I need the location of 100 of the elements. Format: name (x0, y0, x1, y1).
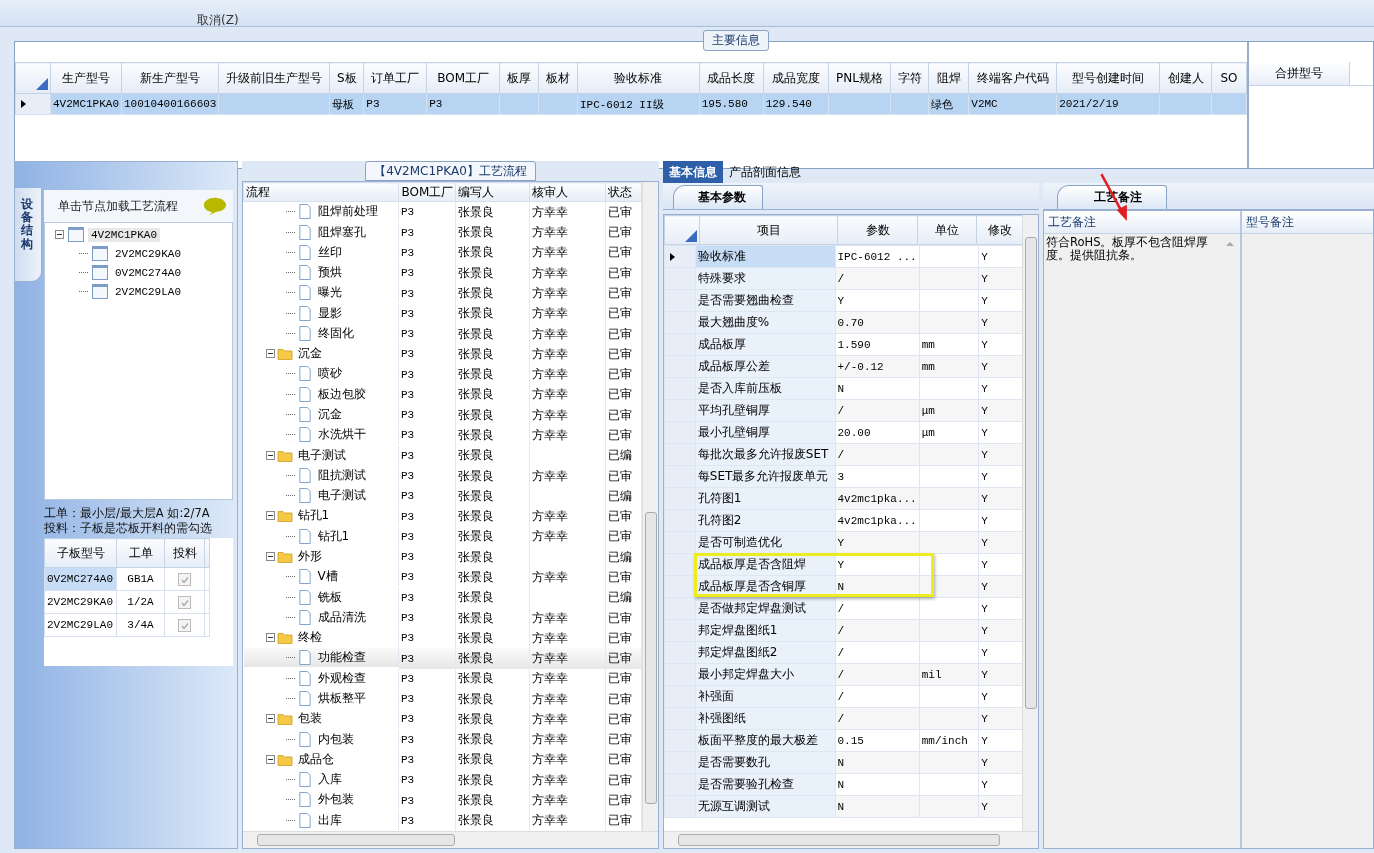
horizontal-scrollbar[interactable] (664, 831, 1038, 848)
tree-item[interactable]: V槽 (314, 568, 338, 586)
tree-item[interactable]: 外观检查 (314, 669, 366, 687)
column-header[interactable]: 修改 (976, 215, 1023, 245)
table-cell (919, 289, 979, 312)
table-cell: P3 (398, 567, 456, 588)
column-header[interactable]: 工艺备注 (1044, 211, 1240, 234)
column-header[interactable]: 板厚 (499, 62, 539, 94)
scroll-up-icon[interactable] (1226, 242, 1234, 246)
column-header[interactable]: 投料 (164, 538, 205, 568)
column-header[interactable]: BOM工厂 (398, 182, 456, 202)
tree-item[interactable]: 终检 (294, 629, 322, 647)
column-header[interactable]: 成品宽度 (763, 62, 829, 94)
column-header[interactable]: 成品长度 (699, 62, 764, 94)
table-cell: 方幸幸 (529, 384, 606, 406)
notes-area[interactable]: 符合RoHS。板厚不包含阻焊厚度。提供阻抗条。 (1044, 234, 1240, 848)
column-header[interactable]: 订单工厂 (363, 62, 427, 94)
collapse-icon[interactable] (265, 450, 275, 460)
tree-item[interactable]: 沉金 (294, 345, 322, 363)
collapse-icon[interactable] (55, 230, 64, 239)
notes-area[interactable] (1242, 234, 1373, 848)
column-header[interactable]: 合拼型号 (1249, 62, 1350, 85)
tree-item[interactable]: 包装 (294, 710, 322, 728)
tree-item[interactable]: 阻抗测试 (314, 466, 366, 484)
column-header[interactable]: 阻焊 (928, 62, 969, 94)
vertical-scrollbar[interactable] (1022, 215, 1038, 831)
column-header[interactable]: 字符 (890, 62, 929, 94)
column-header[interactable]: 状态 (605, 182, 642, 202)
collapse-icon[interactable] (265, 511, 275, 521)
tree-item[interactable]: 喷砂 (314, 365, 342, 383)
column-header[interactable]: PNL规格 (828, 62, 891, 94)
tab[interactable]: 基本参数 (673, 185, 763, 209)
tab[interactable]: 基本信息 (663, 161, 723, 183)
table-cell: 张景良 (455, 384, 530, 406)
horizontal-scrollbar[interactable] (243, 831, 658, 848)
tree-item[interactable]: 内包装 (314, 730, 354, 748)
tree-item[interactable]: 阻焊前处理 (314, 203, 378, 221)
tree-item[interactable]: 0V2MC274A0 (112, 265, 184, 280)
collapse-icon[interactable] (265, 714, 275, 724)
row-header[interactable] (664, 245, 696, 268)
collapse-icon[interactable] (265, 633, 275, 643)
collapse-icon[interactable] (265, 754, 275, 764)
checkbox[interactable] (178, 619, 191, 632)
tree-item[interactable]: 电子测试 (314, 487, 366, 505)
tree-item[interactable]: 出库 (314, 811, 342, 829)
tree-item[interactable]: 水洗烘干 (314, 426, 366, 444)
column-header[interactable]: 终端客户代码 (968, 62, 1057, 94)
column-header[interactable]: 参数 (837, 215, 918, 245)
column-header[interactable]: BOM工厂 (426, 62, 500, 94)
tree-item[interactable]: 钻孔1 (314, 527, 350, 545)
tree-item[interactable]: 显影 (314, 304, 342, 322)
column-header[interactable]: 生产型号 (50, 62, 122, 94)
column-header[interactable]: 板材 (538, 62, 578, 94)
column-header[interactable]: 新生产型号 (121, 62, 219, 94)
tree-item[interactable]: 2V2MC29KA0 (112, 246, 184, 261)
tree-item[interactable]: 板边包胶 (314, 385, 366, 403)
column-header[interactable]: 型号创建时间 (1056, 62, 1160, 94)
tree-item[interactable]: 阻焊塞孔 (314, 223, 366, 241)
column-header[interactable]: S板 (329, 62, 364, 94)
tree-item[interactable]: 终固化 (314, 324, 354, 342)
side-tab[interactable]: 设备结构 (15, 188, 42, 282)
column-header[interactable]: 核审人 (529, 182, 606, 202)
column-header[interactable]: 验收标准 (577, 62, 700, 94)
column-header[interactable]: 创建人 (1159, 62, 1212, 94)
column-header[interactable]: 子板型号 (44, 538, 117, 568)
tab[interactable]: 产品剖面信息 (723, 161, 807, 183)
column-header[interactable]: 单位 (917, 215, 977, 245)
table-cell: 张景良 (455, 526, 530, 547)
column-header[interactable]: 升级前旧生产型号 (218, 62, 330, 94)
tree-item[interactable]: 烘板整平 (314, 690, 366, 707)
column-header[interactable]: SO (1211, 62, 1247, 94)
checkbox[interactable] (178, 573, 191, 586)
tree-item[interactable]: 4V2MC1PKA0 (88, 227, 160, 242)
tree-item[interactable]: 外包装 (314, 791, 354, 809)
tree-item[interactable]: 成品清洗 (314, 608, 366, 626)
tree-item[interactable]: 丝印 (314, 243, 342, 261)
tree-item[interactable]: 沉金 (314, 406, 342, 424)
checkbox[interactable] (178, 596, 191, 609)
column-header[interactable]: 流程 (243, 182, 399, 202)
tree-item[interactable]: 外形 (294, 548, 322, 565)
tree-item[interactable]: 铣板 (314, 588, 342, 606)
column-header[interactable]: 工单 (116, 538, 165, 568)
collapse-icon[interactable] (265, 349, 275, 359)
table-cell: 已审 (605, 648, 642, 669)
tree-item[interactable]: 电子测试 (294, 446, 346, 464)
column-header[interactable]: 型号备注 (1242, 211, 1373, 234)
tree-item[interactable]: 成品仓 (294, 750, 334, 768)
column-header[interactable]: 编写人 (455, 182, 530, 202)
tree-item[interactable]: 入库 (314, 771, 342, 789)
collapse-icon[interactable] (265, 552, 275, 561)
cancel-button[interactable]: 取消(Z) (185, 14, 251, 26)
column-header[interactable]: 项目 (699, 215, 838, 245)
table-cell: 孔符图1 (695, 487, 835, 510)
tree-item[interactable]: 预烘 (314, 264, 342, 282)
tree-item[interactable]: 2V2MC29LA0 (112, 284, 184, 299)
tree-item[interactable]: 钻孔1 (294, 507, 330, 525)
folder-icon (276, 508, 293, 524)
row-header[interactable] (15, 93, 51, 115)
vertical-scrollbar[interactable] (642, 182, 658, 831)
tree-item[interactable]: 曝光 (314, 284, 342, 302)
